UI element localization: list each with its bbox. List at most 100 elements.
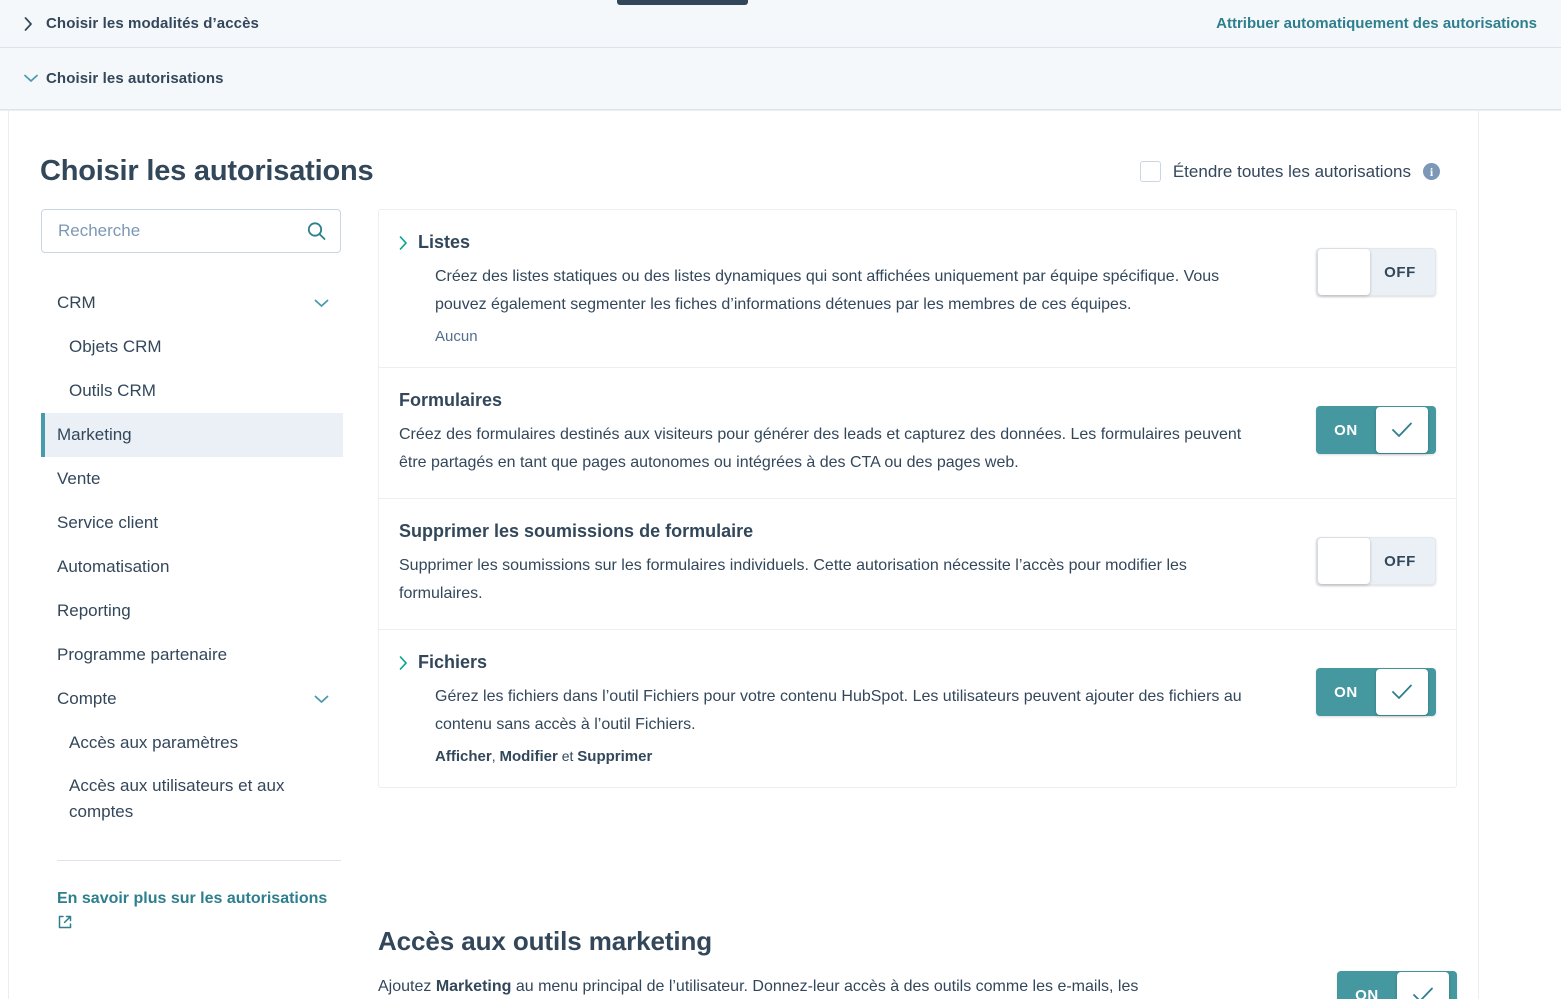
sidebar-item-automatisation[interactable]: Automatisation [41,545,343,589]
toggle-label: OFF [1384,552,1416,570]
toggle-formulaires[interactable]: ON [1316,406,1436,455]
setup-accordion: Choisir les modalités d’accès Attribuer … [0,0,1561,110]
external-link-icon[interactable] [57,914,347,937]
permission-content: Supprimer les soumissions de formulaire … [399,521,1312,607]
permission-title: Listes [418,232,471,252]
permission-row-fichiers: Fichiers Gérez les fichiers dans l’outil… [379,630,1456,787]
permission-row-listes: Listes Créez des listes statiques ou des… [379,210,1456,369]
sidebar-item-reporting[interactable]: Reporting [41,589,343,633]
chevron-down-icon[interactable] [24,74,46,83]
expand-all-control[interactable]: Étendre toutes les autorisations i [1139,161,1440,183]
permission-title: Supprimer les soumissions de formulaire [399,521,754,542]
permissions-panel: Listes Créez des listes statiques ou des… [378,209,1457,789]
sidebar-item-label: Service client [57,513,159,532]
chevron-right-icon[interactable] [399,235,408,250]
sidebar-item-label: Compte [57,689,117,708]
permissions-sidebar: CRM Objets CRM Outils CRM Marketing [41,209,343,937]
permission-row-supprimer-soumissions: Supprimer les soumissions de formulaire … [379,499,1456,631]
permission-content: Listes Créez des listes statiques ou des… [399,232,1312,345]
sidebar-item-acces-utilisateurs-comptes[interactable]: Accès aux utilisateurs et aux comptes [41,765,343,834]
permission-content: Fichiers Gérez les fichiers dans l’outil… [399,652,1312,765]
permission-header: Listes [399,232,1282,253]
permission-title: Fichiers [418,652,488,673]
sidebar-item-label: Outils CRM [69,381,156,400]
sidebar-item-label: Programme partenaire [57,645,228,664]
permission-description: Créez des listes statiques ou des listes… [435,268,1220,313]
bottom-edge [0,999,1561,1005]
marketing-access-title: Accès aux outils marketing [378,926,713,956]
sidebar-item-objets-crm[interactable]: Objets CRM [41,325,343,369]
permission-row-formulaires: Formulaires Créez des formulaires destin… [379,368,1456,500]
permission-description: Supprimer les soumissions sur les formul… [399,557,1187,602]
sidebar-item-vente[interactable]: Vente [41,457,343,501]
accordion-step-access[interactable]: Choisir les modalités d’accès Attribuer … [0,0,1561,48]
permission-sub-value: Aucun [435,328,478,346]
info-icon[interactable]: i [1423,163,1440,181]
toggle-knob [1318,538,1370,585]
permissions-page: Choisir les modalités d’accès Attribuer … [0,0,1561,1005]
toggle-supprimer-soumissions[interactable]: OFF [1316,537,1436,586]
permission-title: Formulaires [399,390,503,411]
chevron-right-icon[interactable] [24,16,46,31]
permission-header: Formulaires [399,390,1282,411]
chevron-right-icon[interactable] [399,655,408,670]
permission-sub-value: Afficher, Modifier et Supprimer [435,748,653,766]
toggle-listes[interactable]: OFF [1316,248,1436,296]
toggle-label: ON [1334,683,1358,701]
sidebar-item-label: Automatisation [57,557,170,576]
sidebar-item-acces-aux-parametres[interactable]: Accès aux paramètres [41,721,343,765]
expand-all-checkbox[interactable] [1139,161,1161,183]
search-icon[interactable] [307,222,326,241]
permission-content: Formulaires Créez des formulaires destin… [399,390,1312,476]
accordion-step-permissions-label: Choisir les autorisations [46,70,224,87]
search-input[interactable] [42,210,340,252]
marketing-access-toggle-cell: ON [1333,926,1457,1005]
sidebar-item-label: Objets CRM [69,337,162,356]
auto-assign-permissions-link[interactable]: Attribuer automatiquement des autorisati… [1216,15,1537,32]
toggle-fichiers[interactable]: ON [1316,668,1436,717]
sidebar-item-compte[interactable]: Compte [41,677,343,721]
marketing-access-block: Accès aux outils marketing Ajoutez Marke… [378,926,1457,1005]
marketing-access-content: Accès aux outils marketing Ajoutez Marke… [378,926,1333,1005]
permission-header: Supprimer les soumissions de formulaire [399,521,1282,542]
toggle-knob [1318,249,1370,295]
sidebar-item-crm[interactable]: CRM [41,281,343,325]
accordion-step-permissions[interactable]: Choisir les autorisations [0,48,1561,110]
check-icon [1392,422,1412,437]
toggle-knob [1376,669,1428,716]
check-icon [1392,684,1412,699]
permissions-body-card: Choisir les autorisations Étendre toutes… [0,110,1561,1005]
sidebar-item-outils-crm[interactable]: Outils CRM [41,369,343,413]
sidebar-nav: CRM Objets CRM Outils CRM Marketing Vent… [41,281,343,937]
sidebar-item-label: Marketing [57,425,132,444]
permission-toggle-cell: OFF [1312,232,1436,296]
permission-toggle-cell: OFF [1312,521,1436,586]
card-right-divider [1478,111,1479,1005]
permission-header: Fichiers [399,652,1282,673]
chevron-down-icon[interactable] [314,695,329,704]
sidebar-item-label: Accès aux utilisateurs et aux comptes [69,776,285,821]
learn-more-label: En savoir plus sur les autorisations [57,890,328,907]
search-box[interactable] [41,209,341,253]
toggle-label: ON [1334,421,1358,439]
chevron-down-icon[interactable] [314,299,329,308]
permission-description: Créez des formulaires destinés aux visit… [399,426,1242,471]
sidebar-item-label: Accès aux paramètres [69,733,239,752]
sidebar-item-label: CRM [57,293,96,312]
permission-toggle-cell: ON [1312,390,1436,455]
accordion-step-access-label: Choisir les modalités d’accès [46,15,259,32]
page-heading-row: Choisir les autorisations Étendre toutes… [40,136,1440,208]
card-left-divider [8,111,9,1005]
expand-all-label: Étendre toutes les autorisations [1172,161,1411,181]
top-overflow-pill [617,0,748,5]
sidebar-divider [57,860,341,861]
sidebar-item-label: Reporting [57,601,131,620]
sidebar-item-label: Vente [57,469,101,488]
sidebar-item-service-client[interactable]: Service client [41,501,343,545]
toggle-knob [1376,407,1428,454]
page-title: Choisir les autorisations [40,155,374,188]
sidebar-item-programme-partenaire[interactable]: Programme partenaire [41,633,343,677]
learn-more-permissions-link[interactable]: En savoir plus sur les autorisations [57,887,347,937]
sidebar-item-marketing[interactable]: Marketing [41,413,343,457]
permission-toggle-cell: ON [1312,652,1436,717]
